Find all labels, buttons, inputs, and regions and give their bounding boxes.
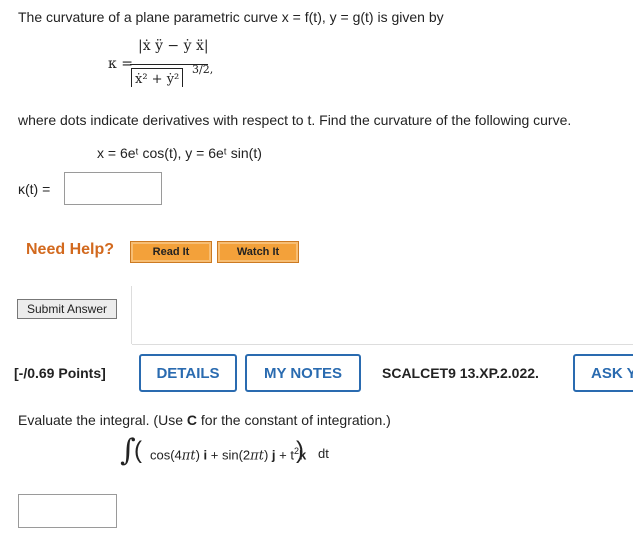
curvature-intro: The curvature of a plane parametric curv… <box>18 9 444 25</box>
plus-sin: + sin(2 <box>207 447 251 463</box>
curve-equation: x = 6eᵗ cos(t), y = 6eᵗ sin(t) <box>97 145 262 161</box>
integral-dt: dt <box>318 446 329 461</box>
open-paren: ( <box>134 437 142 464</box>
integrand: cos(4πt) i + sin(2πt) j + t2k <box>150 446 306 463</box>
integral-instruction: Evaluate the integral. (Use C for the co… <box>18 412 391 428</box>
term1-pre: cos(4 <box>150 447 182 463</box>
integral-answer-input[interactable] <box>18 494 117 528</box>
curvature-answer-input[interactable] <box>64 172 162 205</box>
need-help-label: Need Help? <box>26 241 115 258</box>
details-button[interactable]: DETAILS <box>139 354 237 392</box>
instruction-text-post: for the constant of integration.) <box>197 412 391 428</box>
instruction-text-pre: Evaluate the integral. (Use <box>18 412 187 428</box>
plus-t: + t <box>275 447 294 463</box>
formula-denominator: ẋ² + ẏ² <box>131 68 184 87</box>
read-it-button[interactable]: Read It <box>130 241 212 263</box>
term2-pi: πt <box>250 448 264 464</box>
problem-code: SCALCET9 13.XP.2.022. <box>382 365 539 381</box>
formula-exponent: 3/2 <box>192 63 210 76</box>
term1-pi: πt <box>181 448 196 464</box>
close-paren: ) <box>296 437 304 464</box>
curvature-description: where dots indicate derivatives with res… <box>18 112 572 128</box>
watch-it-button[interactable]: Watch It <box>217 241 299 263</box>
term1-post: ) <box>195 447 204 463</box>
section-divider-horizontal <box>132 344 633 345</box>
curvature-formula: κ = |ẋ ÿ − ẏ ẍ| ẋ² + ẏ² 3/2, <box>108 34 268 94</box>
points-label: [-/0.69 Points] <box>14 365 106 381</box>
term2-post: ) <box>263 447 272 463</box>
answer-label: κ(t) = <box>18 181 51 197</box>
formula-trailing: , <box>209 63 214 76</box>
instruction-constant-C: C <box>186 412 197 428</box>
submit-answer-button[interactable]: Submit Answer <box>17 299 117 319</box>
my-notes-button[interactable]: MY NOTES <box>245 354 361 392</box>
section-divider-vertical <box>131 286 132 344</box>
formula-numerator: |ẋ ÿ − ẏ ẍ| <box>138 38 209 54</box>
ask-your-teacher-button[interactable]: ASK Y <box>573 354 633 392</box>
